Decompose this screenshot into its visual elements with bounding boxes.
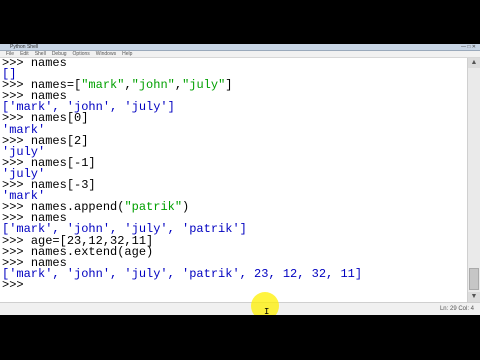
menu-bar: File Edit Shell Debug Options Windows Help: [0, 51, 480, 58]
input-line: >>> names[-1]: [2, 157, 460, 169]
scroll-down-icon[interactable]: ▼: [468, 292, 480, 302]
scroll-thumb[interactable]: [469, 268, 479, 290]
input-line: >>> names.extend(age): [2, 246, 460, 258]
window-title: Python Shell: [10, 44, 39, 50]
menu-item-windows[interactable]: Windows: [96, 51, 116, 57]
menu-item-help[interactable]: Help: [122, 51, 132, 57]
code: names: [30, 56, 67, 70]
output-line: ['mark', 'john', 'july', 'patrik', 23, 1…: [2, 266, 363, 281]
status-bar: Ln: 29 Col: 4: [0, 302, 480, 315]
cursor-position: Ln: 29 Col: 4: [439, 306, 474, 312]
scroll-up-icon[interactable]: ▲: [468, 58, 480, 68]
input-line: >>> names=["mark","john","july"]: [2, 79, 460, 91]
menu-item-options[interactable]: Options: [73, 51, 90, 57]
prompt: >>>: [2, 277, 31, 292]
vertical-scrollbar[interactable]: ▲ ▼: [467, 58, 480, 302]
input-line: >>> names[0]: [2, 112, 460, 124]
input-line: >>>: [2, 277, 460, 292]
shell-console[interactable]: >>> names[] >>> names=["mark","john","jul…: [2, 56, 460, 302]
python-shell-window: Python Shell — □ ✕ File Edit Shell Debug Opt…: [0, 44, 480, 315]
title-bar: Python Shell — □ ✕: [0, 44, 480, 51]
window-controls[interactable]: — □ ✕: [461, 44, 476, 50]
input-line: >>> names[2]: [2, 135, 460, 147]
ibeam-cursor-icon: I: [264, 307, 270, 315]
input-line: >>> names[-3]: [2, 179, 460, 191]
input-line: >>> names: [2, 56, 460, 70]
input-line: >>> names.append("patrik"): [2, 201, 460, 213]
